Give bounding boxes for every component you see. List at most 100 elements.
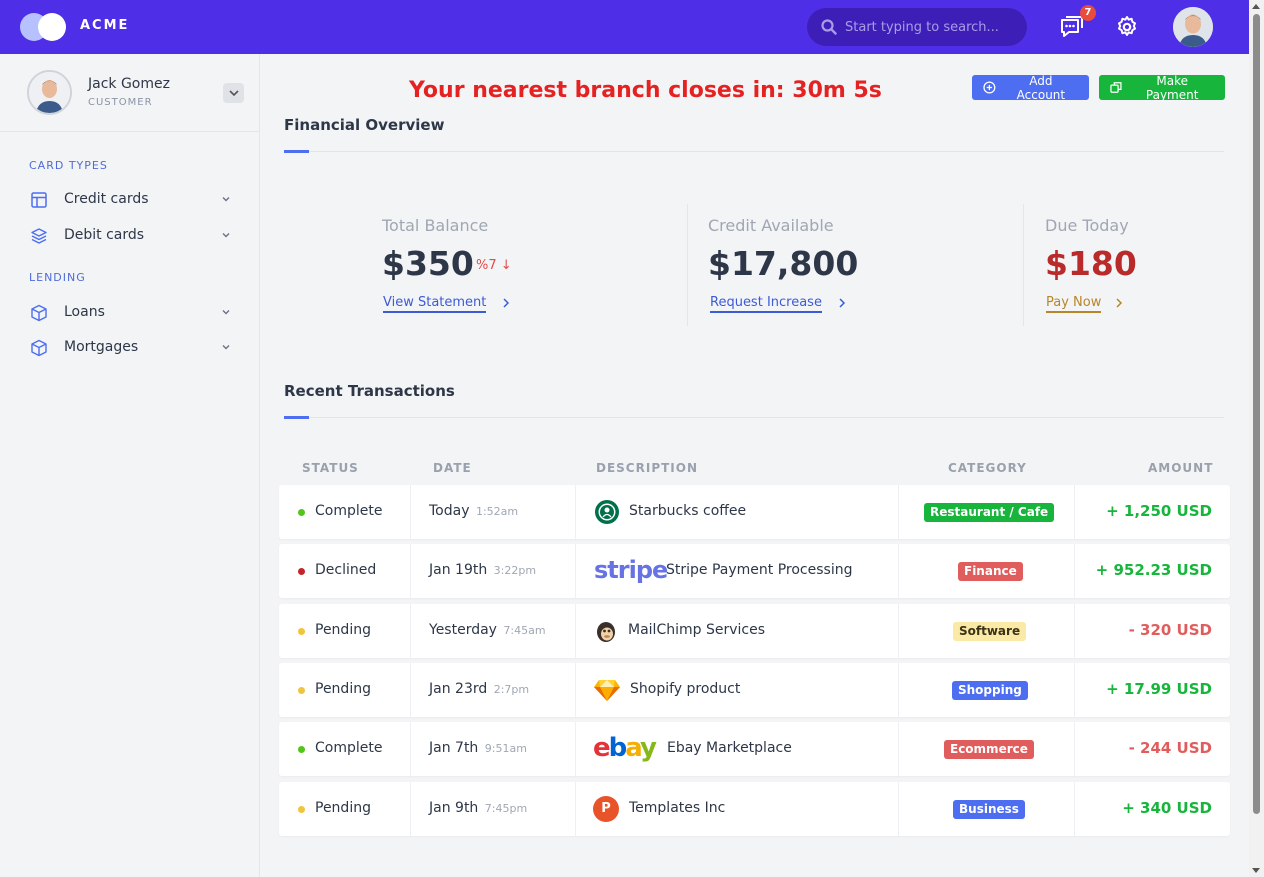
date-text: Jan 19th 3:22pm [429,562,536,578]
date-value: Jan 19th [429,562,488,578]
profile-dropdown-button[interactable] [223,83,244,103]
description-text: Templates Inc [629,800,726,816]
recent-transactions-title: Recent Transactions [284,382,455,400]
sidebar-item-debit-cards[interactable]: Debit cards [0,220,259,250]
amount-text: + 1,250 USD [1106,502,1212,520]
chevron-down-icon [222,197,230,202]
plus-circle-icon [983,81,996,94]
cell-divider [1074,604,1075,658]
column-header-category[interactable]: CATEGORY [948,461,1027,475]
request-increase-link[interactable]: Request Increase [710,295,822,313]
cell-divider [898,722,899,776]
layers-icon [31,228,47,244]
status-dot [298,746,305,753]
copy-icon [1110,82,1122,93]
scroll-up-arrow-icon[interactable] [1252,4,1260,9]
cell-divider [1074,663,1075,717]
date-text: Jan 23rd 2:7pm [429,681,529,697]
column-header-status[interactable]: STATUS [302,461,359,475]
mailchimp-logo [597,622,615,642]
column-header-description[interactable]: DESCRIPTION [596,461,698,475]
chevron-down-icon [228,89,239,96]
time-value: 2:7pm [493,683,530,696]
cell-divider [410,722,411,776]
table-row[interactable]: Complete Today 1:52am Starbucks coffee R… [279,485,1230,539]
date-value: Today [429,503,470,519]
status-dot [298,568,305,575]
category-badge: Shopping [952,681,1028,700]
profile-avatar[interactable] [27,70,72,115]
date-value: Jan 23rd [429,681,488,697]
sidebar-item-label: Credit cards [64,191,149,207]
arrow-down-icon: ↓ [496,258,512,273]
cell-divider [575,544,576,598]
view-statement-link[interactable]: View Statement [383,295,487,313]
status-dot [298,509,305,516]
amount-text: + 340 USD [1122,799,1212,817]
table-row[interactable]: Complete Jan 7th 9:51am ebay Ebay Market… [279,722,1230,776]
stripe-logo: stripe [594,556,668,584]
description-text: Shopify product [630,681,741,697]
profile-avatar-image [29,72,70,113]
due-today-value: $180 [1045,244,1137,283]
table-row[interactable]: Pending Jan 9th 7:45pm P Templates Inc B… [279,782,1230,836]
status-text: Pending [315,681,371,697]
cell-divider [575,663,576,717]
category-badge: Ecommerce [944,740,1034,759]
due-today-label: Due Today [1045,216,1129,235]
search-input[interactable] [845,19,1015,35]
column-header-date[interactable]: DATE [433,461,472,475]
status-dot [298,687,305,694]
column-header-amount[interactable]: AMOUNT [1148,461,1213,475]
scroll-down-arrow-icon[interactable] [1252,868,1260,873]
brand-name: ACME [80,18,130,33]
table-row[interactable]: Pending Jan 23rd 2:7pm Shopify product S… [279,663,1230,717]
sidebar-item-mortgages[interactable]: Mortgages [0,332,259,362]
credit-available-value: $17,800 [708,244,859,283]
make-payment-label: Make Payment [1145,73,1199,102]
ebay-logo-b: b [608,733,628,763]
status-text: Pending [315,800,371,816]
starbucks-logo [595,500,619,524]
gear-icon[interactable] [1115,15,1139,39]
ebay-logo-a: a [625,733,642,763]
templates-logo: P [593,796,619,822]
sidebar: Jack Gomez CUSTOMER CARD TYPES Credit ca… [0,54,260,877]
table-row[interactable]: Pending Yesterday 7:45am MailChimp Servi… [279,604,1230,658]
profile-name: Jack Gomez [88,76,170,92]
add-account-button[interactable]: Add Account [972,74,1089,102]
description-text: Stripe Payment Processing [666,562,853,578]
amount-text: + 17.99 USD [1106,680,1212,698]
time-value: 9:51am [484,742,527,755]
stat-divider [687,204,688,326]
cell-divider [898,485,899,539]
chevron-down-icon [222,310,230,315]
scrollbar-thumb[interactable] [1253,14,1260,814]
notification-badge: 7 [1080,5,1096,21]
page-scrollbar[interactable] [1249,0,1264,877]
date-text: Yesterday 7:45am [429,622,546,638]
financial-overview-title: Financial Overview [284,116,445,134]
acme-logo[interactable] [20,12,68,42]
description-text: MailChimp Services [628,622,765,638]
sidebar-item-label: Loans [64,304,105,320]
amount-text: - 244 USD [1128,739,1212,757]
sidebar-item-credit-cards[interactable]: Credit cards [0,184,259,214]
cell-divider [1074,722,1075,776]
sidebar-item-label: Debit cards [64,227,145,243]
cell-divider [575,782,576,836]
search-box[interactable] [807,8,1027,46]
top-header: ACME 7 [0,0,1249,54]
ebay-logo-y: y [640,733,657,763]
pay-now-link[interactable]: Pay Now [1046,295,1102,313]
status-text: Complete [315,740,383,756]
section-divider [284,151,1224,152]
status-dot [298,628,305,635]
date-value: Yesterday [429,622,497,638]
time-value: 1:52am [475,505,519,518]
amount-text: + 952.23 USD [1095,561,1212,579]
make-payment-button[interactable]: Make Payment [1099,73,1225,102]
table-row[interactable]: Declined Jan 19th 3:22pm stripe Stripe P… [279,544,1230,598]
sidebar-item-loans[interactable]: Loans [0,297,259,327]
user-avatar[interactable] [1173,7,1213,47]
